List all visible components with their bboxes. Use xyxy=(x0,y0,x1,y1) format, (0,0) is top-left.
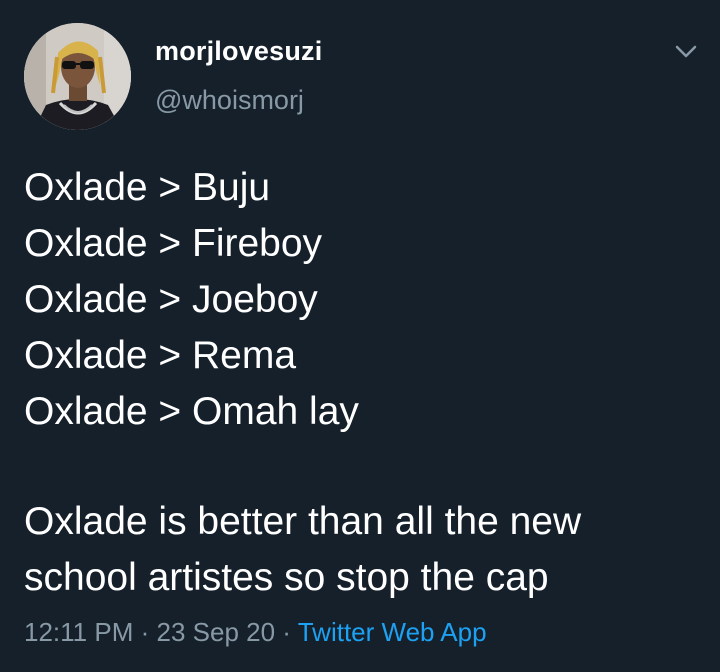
tweet-line: Oxlade > Buju xyxy=(24,166,271,209)
tweet-date[interactable]: 23 Sep 20 xyxy=(157,617,276,647)
tweet-line: Oxlade > Rema xyxy=(24,334,297,377)
tweet: morjlovesuzi @whoismorj Oxlade > Buju Ox… xyxy=(0,0,720,672)
tweet-source-link[interactable]: Twitter Web App xyxy=(298,617,487,647)
tweet-line: Oxlade > Fireboy xyxy=(24,222,323,265)
tweet-text: Oxlade > Buju Oxlade > Fireboy Oxlade > … xyxy=(24,160,704,606)
tweet-paragraph-line: school artistes so stop the cap xyxy=(24,556,549,599)
tweet-paragraph-line: Oxlade is better than all the new xyxy=(24,500,582,543)
tweet-time[interactable]: 12:11 PM xyxy=(24,617,133,647)
meta-separator: · xyxy=(140,617,150,647)
meta-separator: · xyxy=(282,617,291,647)
display-name[interactable]: morjlovesuzi xyxy=(155,36,322,67)
tweet-meta: 12:11 PM · 23 Sep 20 · Twitter Web App xyxy=(24,617,487,648)
avatar[interactable] xyxy=(24,23,131,130)
user-handle[interactable]: @whoismorj xyxy=(155,85,304,116)
tweet-line: Oxlade > Omah lay xyxy=(24,390,359,433)
chevron-down-icon[interactable] xyxy=(668,36,704,68)
tweet-line: Oxlade > Joeboy xyxy=(24,278,318,321)
avatar-photo xyxy=(24,23,131,130)
